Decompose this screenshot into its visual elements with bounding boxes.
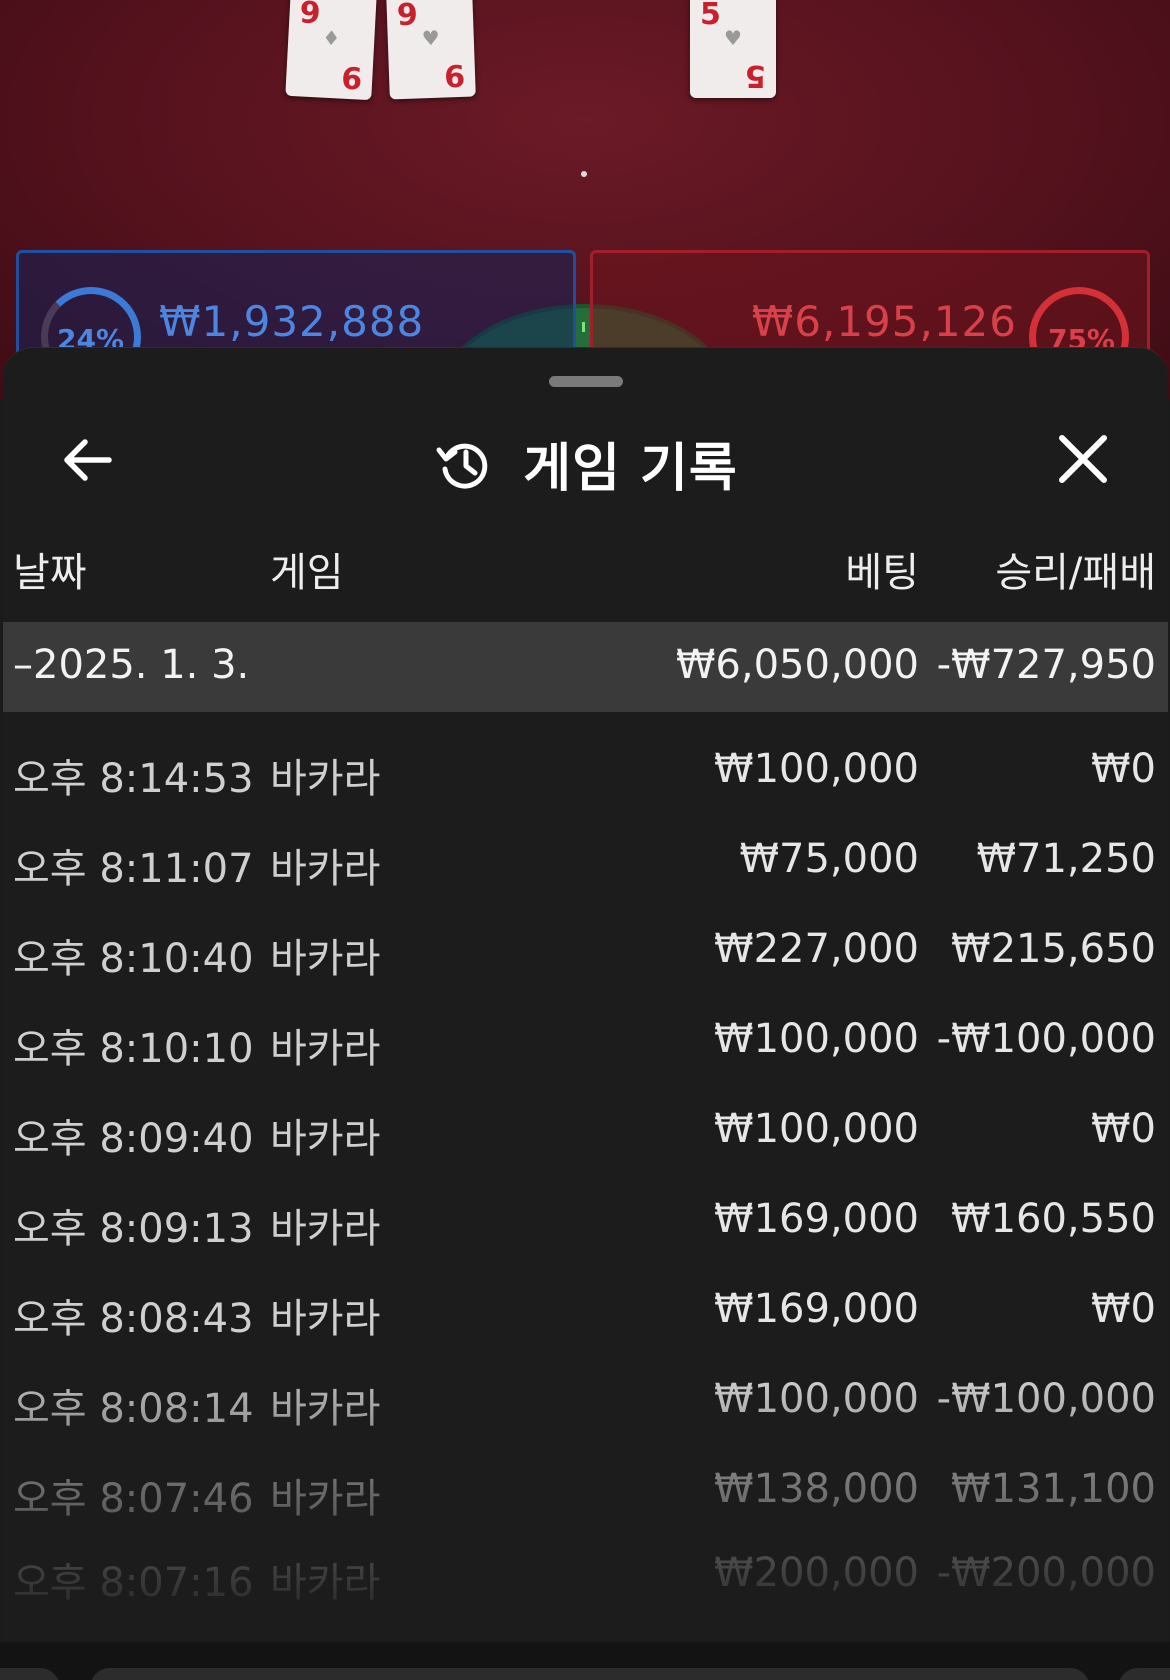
table-row[interactable]: 오후 8:08:14 바카라 ₩100,000 -₩100,000 [3,1358,1168,1448]
row-game: 바카라 [270,1560,381,1606]
date-group-result-total: -₩727,950 [936,642,1156,688]
row-bet: ₩138,000 [714,1466,919,1512]
row-result: ₩0 [1091,746,1156,792]
row-time: 오후 8:10:10 [13,1026,254,1072]
date-group-bet-total: ₩6,050,000 [675,642,919,688]
row-bet: ₩169,000 [714,1286,919,1332]
playing-card: 9 ♦ 9 [285,0,377,101]
screen: { "colors": { "table_felt": "#55121d", "… [0,0,1170,1680]
row-result: ₩131,100 [951,1466,1156,1512]
playing-card: 9 ♥ 9 [386,0,476,100]
row-bet: ₩100,000 [714,1106,919,1152]
row-bet: ₩200,000 [714,1550,919,1596]
row-result: -₩100,000 [936,1016,1156,1062]
date-group-row[interactable]: –2025. 1. 3. ₩6,050,000 -₩727,950 [3,622,1168,712]
player-amount: ₩1,932,888 [159,297,425,346]
row-time: 오후 8:07:16 [13,1560,254,1606]
row-game: 바카라 [270,1026,381,1072]
date-group-label: –2025. 1. 3. [13,642,250,688]
table-row[interactable]: 오후 8:11:07 바카라 ₩75,000 ₩71,250 [3,818,1168,908]
table-row[interactable]: 오후 8:07:46 바카라 ₩138,000 ₩131,100 [3,1448,1168,1538]
row-time: 오후 8:11:07 [13,846,254,892]
table-row[interactable]: 오후 8:10:40 바카라 ₩227,000 ₩215,650 [3,908,1168,998]
table-row[interactable]: 오후 8:14:53 바카라 ₩100,000 ₩0 [3,728,1168,818]
sheet-grabber[interactable] [549,376,623,387]
row-result: ₩160,550 [951,1196,1156,1242]
column-header-bet[interactable]: 베팅 [845,540,919,598]
row-game: 바카라 [270,1296,381,1342]
row-game: 바카라 [270,756,381,802]
timer-tick [582,322,585,332]
row-game: 바카라 [270,1386,381,1432]
row-game: 바카라 [270,936,381,982]
table-row[interactable]: 오후 8:07:16 바카라 ₩200,000 -₩200,000 [3,1532,1168,1622]
row-result: ₩215,650 [951,926,1156,972]
table-row[interactable]: 오후 8:08:43 바카라 ₩169,000 ₩0 [3,1268,1168,1358]
row-game: 바카라 [270,846,381,892]
row-result: -₩100,000 [936,1376,1156,1422]
column-header-game[interactable]: 게임 [270,540,344,598]
row-result: ₩71,250 [976,836,1156,882]
game-history-sheet: 게임 기록 날짜 게임 베팅 승리/패배 –2025. 1. 3. ₩6,050… [3,347,1168,1642]
history-icon [436,443,488,489]
row-time: 오후 8:10:40 [13,936,254,982]
row-time: 오후 8:07:46 [13,1476,254,1522]
row-bet: ₩227,000 [714,926,919,972]
sheet-title: 게임 기록 [523,439,738,499]
row-bet: ₩100,000 [714,1016,919,1062]
sheet-header: 게임 기록 [3,408,1168,508]
row-game: 바카라 [270,1116,381,1162]
table-row[interactable]: 오후 8:09:40 바카라 ₩100,000 ₩0 [3,1088,1168,1178]
row-time: 오후 8:14:53 [13,756,254,802]
row-result: ₩0 [1091,1286,1156,1332]
row-time: 오후 8:08:43 [13,1296,254,1342]
row-bet: ₩100,000 [714,746,919,792]
close-icon [1059,435,1107,483]
row-bet: ₩75,000 [739,836,919,882]
row-bet: ₩169,000 [714,1196,919,1242]
column-header-date[interactable]: 날짜 [13,540,87,598]
toolbar-button[interactable] [0,1668,60,1680]
sheet-title-group: 게임 기록 [3,426,1168,501]
row-bet: ₩100,000 [714,1376,919,1422]
column-header-result[interactable]: 승리/패배 [995,540,1156,598]
table-row[interactable]: 오후 8:10:10 바카라 ₩100,000 -₩100,000 [3,998,1168,1088]
row-game: 바카라 [270,1476,381,1522]
table-marker [581,171,587,177]
toolbar-button[interactable] [1118,1668,1170,1680]
toolbar-button[interactable] [90,1668,1090,1680]
row-time: 오후 8:08:14 [13,1386,254,1432]
table-row[interactable]: 오후 8:09:13 바카라 ₩169,000 ₩160,550 [3,1178,1168,1268]
row-time: 오후 8:09:40 [13,1116,254,1162]
table-header: 날짜 게임 베팅 승리/패배 [3,540,1168,600]
playing-card: 5 ♥ 5 [690,0,776,98]
row-time: 오후 8:09:13 [13,1206,254,1252]
bottom-toolbar [0,1642,1170,1680]
row-result: ₩0 [1091,1106,1156,1152]
row-result: -₩200,000 [936,1550,1156,1596]
close-button[interactable] [1048,430,1118,490]
row-game: 바카라 [270,1206,381,1252]
banker-amount: ₩6,195,126 [751,297,1017,346]
